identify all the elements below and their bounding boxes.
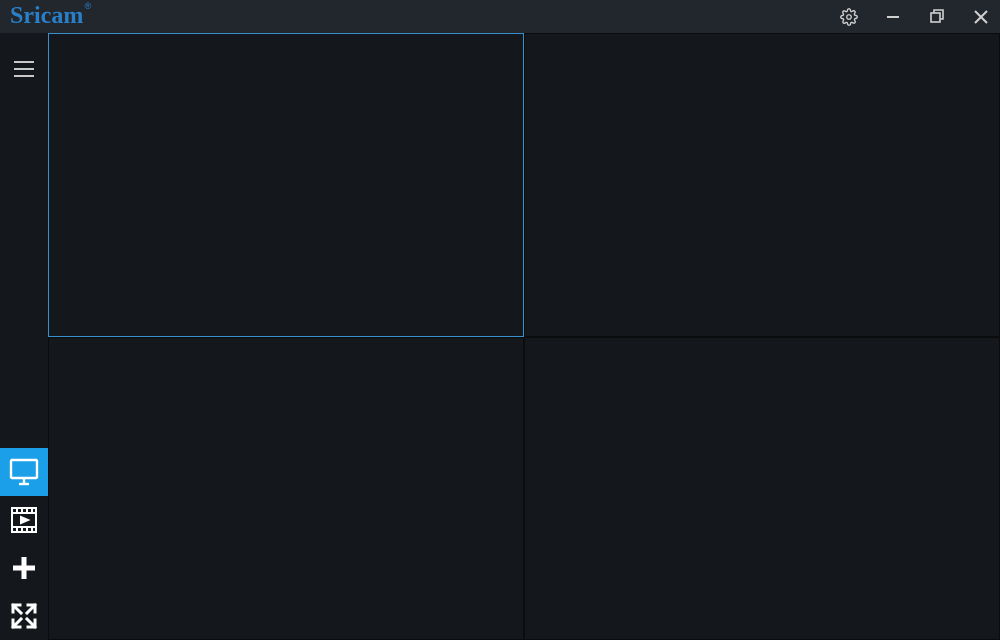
film-play-icon xyxy=(10,506,38,534)
titlebar: Sricam ® xyxy=(0,0,1000,33)
fullscreen-button[interactable] xyxy=(0,592,48,640)
sidebar-top xyxy=(0,33,48,93)
maximize-button[interactable] xyxy=(926,6,948,28)
restore-icon xyxy=(930,9,945,24)
hamburger-icon xyxy=(13,60,35,78)
liveview-button[interactable] xyxy=(0,448,48,496)
logo-trademark: ® xyxy=(85,1,92,11)
main-area xyxy=(0,33,1000,640)
video-cell-3[interactable] xyxy=(524,337,1000,640)
video-cell-1[interactable] xyxy=(524,33,1000,337)
monitor-icon xyxy=(9,458,39,486)
sidebar xyxy=(0,33,48,640)
plus-icon xyxy=(10,554,38,582)
close-icon xyxy=(974,10,988,24)
app-logo: Sricam ® xyxy=(10,3,83,30)
minimize-button[interactable] xyxy=(882,6,904,28)
window-controls xyxy=(838,6,992,28)
video-grid xyxy=(48,33,1000,640)
add-button[interactable] xyxy=(0,544,48,592)
gear-icon xyxy=(840,8,858,26)
expand-icon xyxy=(10,602,38,630)
menu-button[interactable] xyxy=(0,45,48,93)
settings-button[interactable] xyxy=(838,6,860,28)
video-cell-2[interactable] xyxy=(48,337,524,640)
minimize-icon xyxy=(886,10,900,24)
playback-button[interactable] xyxy=(0,496,48,544)
close-button[interactable] xyxy=(970,6,992,28)
video-cell-0[interactable] xyxy=(48,33,524,337)
logo-text: Sricam xyxy=(10,3,83,30)
sidebar-bottom xyxy=(0,448,48,640)
